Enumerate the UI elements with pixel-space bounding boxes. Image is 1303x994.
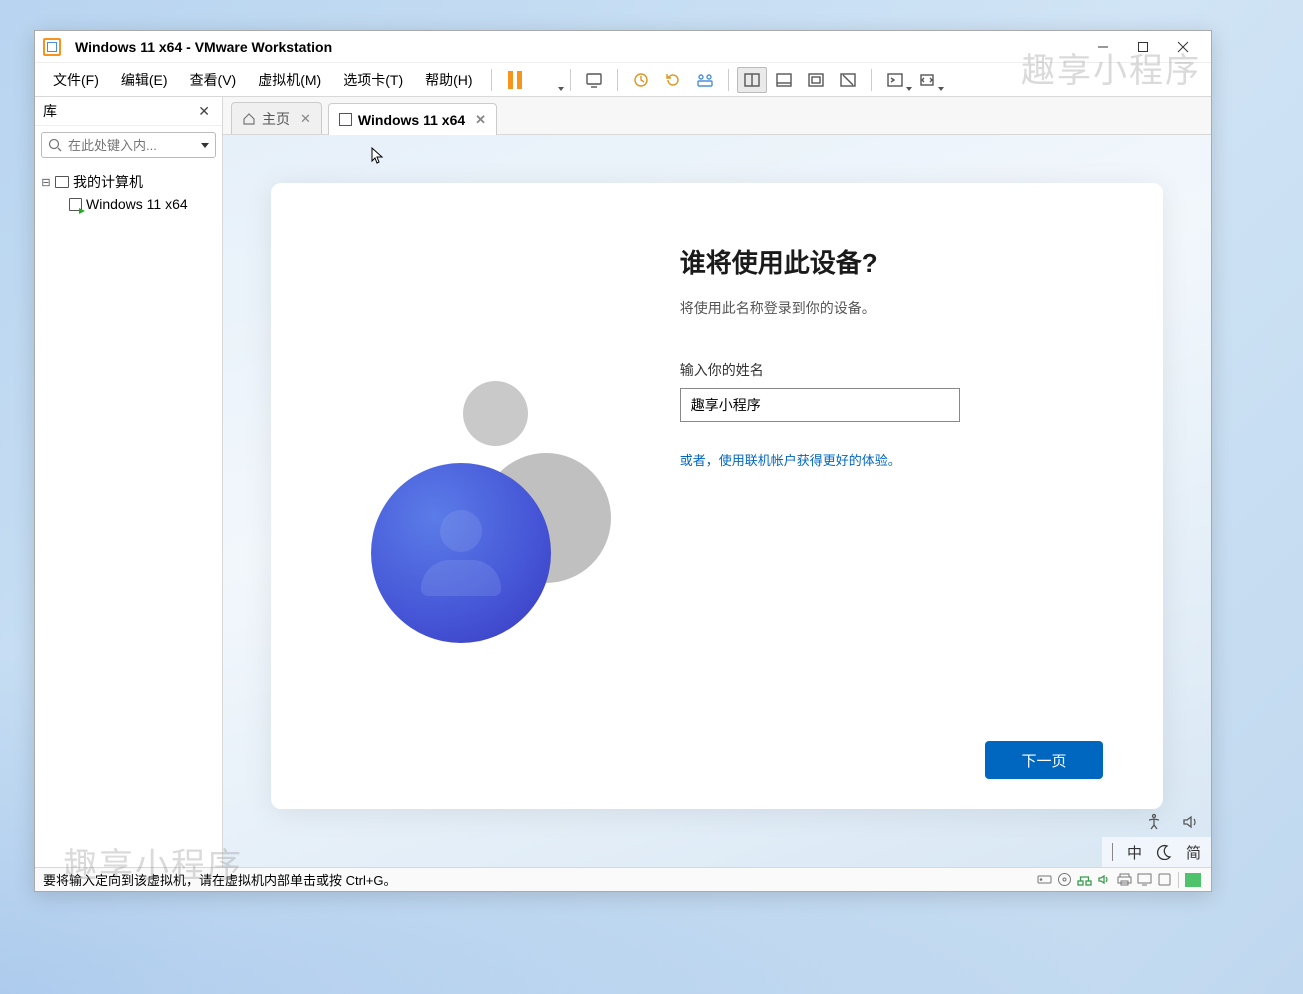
minimize-button[interactable] bbox=[1083, 33, 1123, 61]
tree-vm-windows11[interactable]: Windows 11 x64 bbox=[39, 194, 218, 214]
status-hint: 要将输入定向到该虚拟机，请在虚拟机内部单击或按 Ctrl+G。 bbox=[43, 870, 397, 889]
library-close-button[interactable]: ✕ bbox=[194, 103, 214, 120]
status-sound-icon[interactable] bbox=[1094, 872, 1114, 888]
circle-decoration-icon bbox=[463, 381, 528, 446]
snapshot-revert-icon[interactable] bbox=[658, 67, 688, 93]
close-button[interactable] bbox=[1163, 33, 1203, 61]
oobe-subtitle: 将使用此名称登录到你的设备。 bbox=[680, 298, 1103, 318]
menu-tabs[interactable]: 选项卡(T) bbox=[333, 66, 413, 94]
accessibility-icon[interactable] bbox=[1145, 813, 1163, 831]
search-dropdown-icon[interactable] bbox=[201, 143, 209, 148]
view-sidebyside-icon[interactable] bbox=[737, 67, 767, 93]
cursor-icon bbox=[371, 147, 385, 165]
tree-root-my-computer[interactable]: ⊟ 我的计算机 bbox=[39, 170, 218, 194]
send-ctrl-alt-del-icon[interactable] bbox=[579, 67, 609, 93]
status-network-icon[interactable] bbox=[1074, 872, 1094, 888]
ime-lang[interactable]: 中 bbox=[1127, 842, 1142, 863]
menu-file[interactable]: 文件(F) bbox=[43, 66, 109, 94]
statusbar: 要将输入定向到该虚拟机，请在虚拟机内部单击或按 Ctrl+G。 bbox=[35, 867, 1211, 891]
pause-vm-button[interactable] bbox=[500, 67, 530, 93]
library-sidebar: 库 ✕ ⊟ 我的计算机 Windows 11 x64 bbox=[35, 97, 223, 867]
library-search-input[interactable] bbox=[68, 138, 195, 153]
menubar: 文件(F) 编辑(E) 查看(V) 虚拟机(M) 选项卡(T) 帮助(H) bbox=[35, 63, 1211, 97]
status-message-icon[interactable] bbox=[1183, 872, 1203, 888]
tab-home[interactable]: 主页 ✕ bbox=[231, 102, 322, 134]
computer-icon bbox=[55, 176, 69, 188]
home-icon bbox=[242, 112, 256, 126]
view-fullscreen-icon[interactable] bbox=[801, 67, 831, 93]
power-dropdown[interactable] bbox=[532, 67, 562, 93]
name-label: 输入你的姓名 bbox=[680, 360, 1103, 380]
menu-help[interactable]: 帮助(H) bbox=[415, 66, 482, 94]
avatar-circle-icon bbox=[371, 463, 551, 643]
vmware-window: Windows 11 x64 - VMware Workstation 趣享小程… bbox=[34, 30, 1212, 892]
library-search[interactable] bbox=[41, 132, 216, 158]
next-button[interactable]: 下一页 bbox=[985, 741, 1103, 779]
tab-active-close[interactable]: ✕ bbox=[475, 112, 486, 128]
ime-moon-icon[interactable] bbox=[1156, 844, 1172, 860]
titlebar[interactable]: Windows 11 x64 - VMware Workstation bbox=[35, 31, 1211, 63]
vm-viewport[interactable]: 趣享小程序 谁将使用此设备? 将使用此名称登录到你的设备。 输入你的姓名 bbox=[223, 135, 1211, 867]
accessibility-bar bbox=[1145, 813, 1199, 831]
main-area: 主页 ✕ Windows 11 x64 ✕ 趣享小程序 bbox=[223, 97, 1211, 867]
menu-view[interactable]: 查看(V) bbox=[180, 66, 247, 94]
vm-icon bbox=[69, 198, 82, 211]
window-title: Windows 11 x64 - VMware Workstation bbox=[75, 39, 332, 55]
menu-vm[interactable]: 虚拟机(M) bbox=[248, 66, 331, 94]
tab-home-close[interactable]: ✕ bbox=[300, 111, 311, 127]
library-header: 库 ✕ bbox=[35, 97, 222, 126]
snapshot-icon[interactable] bbox=[626, 67, 656, 93]
status-display-icon[interactable] bbox=[1134, 872, 1154, 888]
tab-windows11[interactable]: Windows 11 x64 ✕ bbox=[328, 103, 497, 135]
status-usb-icon[interactable] bbox=[1154, 872, 1174, 888]
view-single-icon[interactable] bbox=[769, 67, 799, 93]
stretch-icon[interactable] bbox=[912, 67, 942, 93]
volume-icon[interactable] bbox=[1181, 813, 1199, 831]
online-account-link[interactable]: 或者，使用联机帐户获得更好的体验。 bbox=[680, 450, 1103, 469]
name-input[interactable] bbox=[680, 388, 960, 422]
view-unity-icon[interactable] bbox=[833, 67, 863, 93]
library-tree: ⊟ 我的计算机 Windows 11 x64 bbox=[35, 164, 222, 220]
menu-edit[interactable]: 编辑(E) bbox=[111, 66, 178, 94]
snapshot-manager-icon[interactable] bbox=[690, 67, 720, 93]
collapse-icon[interactable]: ⊟ bbox=[41, 176, 51, 189]
status-printer-icon[interactable] bbox=[1114, 872, 1134, 888]
oobe-illustration bbox=[331, 223, 640, 779]
oobe-card: 谁将使用此设备? 将使用此名称登录到你的设备。 输入你的姓名 或者，使用联机帐户… bbox=[271, 183, 1163, 809]
maximize-button[interactable] bbox=[1123, 33, 1163, 61]
ime-bar: 中 简 bbox=[1102, 837, 1211, 867]
tab-strip: 主页 ✕ Windows 11 x64 ✕ bbox=[223, 97, 1211, 135]
vmware-icon bbox=[43, 38, 61, 56]
status-cd-icon[interactable] bbox=[1054, 872, 1074, 888]
console-icon[interactable] bbox=[880, 67, 910, 93]
vm-icon bbox=[339, 113, 352, 126]
oobe-form: 谁将使用此设备? 将使用此名称登录到你的设备。 输入你的姓名 或者，使用联机帐户… bbox=[640, 223, 1103, 779]
oobe-heading: 谁将使用此设备? bbox=[680, 243, 1103, 280]
library-title: 库 bbox=[43, 101, 57, 121]
search-icon bbox=[48, 138, 62, 152]
ime-mode[interactable]: 简 bbox=[1186, 842, 1201, 863]
status-harddisk-icon[interactable] bbox=[1034, 872, 1054, 888]
